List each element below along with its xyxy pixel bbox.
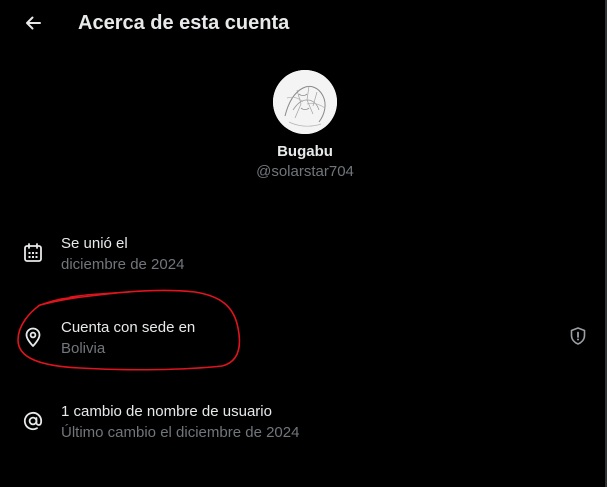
back-button[interactable] [16,6,50,40]
username-change-date: Último cambio el diciembre de 2024 [61,424,300,441]
joined-label: Se unió el [61,235,128,252]
info-row-username-changes: 1 cambio de nombre de usuario Último cam… [0,402,605,450]
arrow-left-icon [26,16,41,30]
location-pin-icon [25,327,41,347]
shield-exclamation-icon[interactable] [568,326,588,346]
info-row-joined: Se unió el diciembre de 2024 [0,234,605,282]
joined-date: diciembre de 2024 [61,256,185,273]
display-name: Bugabu [277,143,333,160]
avatar[interactable] [273,70,337,134]
page-header: Acerca de esta cuenta [0,0,605,46]
page-title: Acerca de esta cuenta [78,12,290,34]
info-row-location: Cuenta con sede en Bolivia [0,318,605,366]
avatar-sketch-image [273,70,337,134]
location-label: Cuenta con sede en [61,319,196,336]
location-country: Bolivia [61,340,106,357]
at-sign-icon [23,411,43,431]
username-change-label: 1 cambio de nombre de usuario [61,403,272,420]
username-handle: @solarstar704 [256,163,354,180]
calendar-icon [24,243,42,262]
